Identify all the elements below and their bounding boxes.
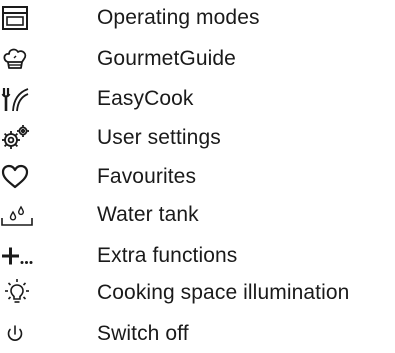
menu-item-user-settings[interactable]: User settings [0,120,395,156]
menu-item-label: Water tank [97,203,199,226]
light-bulb-icon [0,275,34,311]
menu-item-label: Switch off [97,322,189,345]
menu-item-extra-functions[interactable]: Extra functions [0,238,395,274]
menu-item-label: User settings [97,126,221,149]
power-icon [0,316,34,352]
menu-item-water-tank[interactable]: Water tank [0,197,395,233]
menu-item-cooking-space-illumination[interactable]: Cooking space illumination [0,275,395,311]
gears-icon [0,120,34,156]
chef-hat-icon [0,41,34,77]
menu-item-switch-off[interactable]: Switch off [0,316,395,352]
menu-item-label: EasyCook [97,87,194,110]
heart-icon [0,159,34,195]
menu-item-gourmetguide[interactable]: GourmetGuide [0,41,395,77]
operating-modes-icon [0,0,34,36]
plus-more-icon [0,238,34,274]
water-tank-icon [0,197,34,233]
menu-item-label: Operating modes [97,6,260,29]
menu-item-easycook[interactable]: EasyCook [0,81,395,117]
menu-item-label: Extra functions [97,244,238,267]
menu-list: Operating modes GourmetGuide EasyCook Us… [0,0,395,353]
menu-item-operating-modes[interactable]: Operating modes [0,0,395,36]
fork-curve-icon [0,81,34,117]
menu-item-label: GourmetGuide [97,47,236,70]
menu-item-label: Favourites [97,165,197,188]
menu-item-label: Cooking space illumination [97,281,350,304]
menu-item-favourites[interactable]: Favourites [0,159,395,195]
